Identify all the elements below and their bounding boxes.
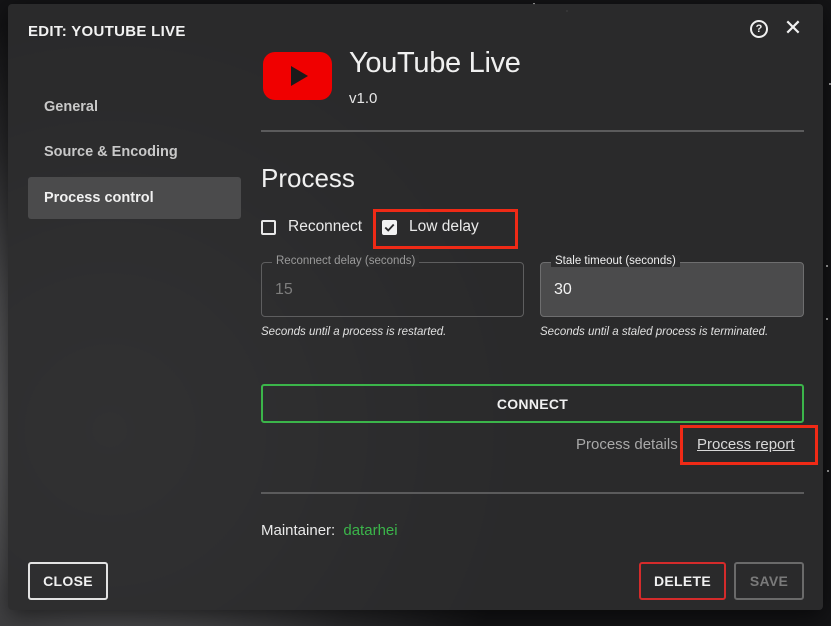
help-icon[interactable]: ? — [750, 20, 768, 38]
sidebar-item-process-control[interactable]: Process control — [28, 177, 241, 219]
reconnect-delay-field[interactable]: Reconnect delay (seconds) 15 — [261, 255, 524, 317]
stale-timeout-field[interactable]: Stale timeout (seconds) 30 — [540, 255, 804, 317]
process-details-label: Process details — [576, 436, 678, 453]
sidebar-item-label: Process control — [44, 190, 154, 206]
reconnect-delay-label: Reconnect delay (seconds) — [272, 255, 420, 267]
delete-button[interactable]: DELETE — [639, 562, 726, 600]
section-title: Process — [261, 163, 355, 193]
maintainer-link[interactable]: datarhei — [343, 522, 397, 539]
play-icon — [291, 66, 308, 86]
stale-timeout-value: 30 — [554, 281, 572, 298]
highlight-annotation — [373, 209, 518, 249]
reconnect-delay-helper: Seconds until a process is restarted. — [261, 326, 447, 338]
highlight-annotation — [680, 425, 818, 465]
sidebar-item-general[interactable]: General — [28, 86, 241, 128]
youtube-logo-icon — [263, 52, 332, 100]
connect-button[interactable]: CONNECT — [261, 384, 804, 423]
reconnect-label: Reconnect — [288, 218, 363, 235]
sidebar-item-label: General — [44, 99, 98, 115]
sidebar-item-label: Source & Encoding — [44, 144, 178, 160]
maintainer-row: Maintainer: datarhei — [261, 522, 398, 539]
divider — [261, 492, 804, 494]
reconnect-delay-value: 15 — [275, 281, 293, 298]
stale-timeout-helper: Seconds until a staled process is termin… — [540, 326, 769, 338]
maintainer-label: Maintainer: — [261, 522, 336, 539]
edit-dialog: EDIT: YOUTUBE LIVE ? ✕ General Source & … — [8, 4, 823, 610]
stale-timeout-label: Stale timeout (seconds) — [551, 255, 680, 267]
save-button[interactable]: SAVE — [734, 562, 804, 600]
close-icon[interactable]: ✕ — [782, 16, 804, 40]
divider — [261, 130, 804, 132]
checkbox-icon — [261, 219, 276, 235]
sidebar-item-source-encoding[interactable]: Source & Encoding — [28, 131, 241, 173]
app-name: YouTube Live — [349, 47, 521, 79]
close-button[interactable]: CLOSE — [28, 562, 108, 600]
dialog-title: EDIT: YOUTUBE LIVE — [28, 23, 186, 40]
reconnect-checkbox[interactable]: Reconnect — [261, 218, 362, 236]
app-version: v1.0 — [349, 90, 378, 107]
